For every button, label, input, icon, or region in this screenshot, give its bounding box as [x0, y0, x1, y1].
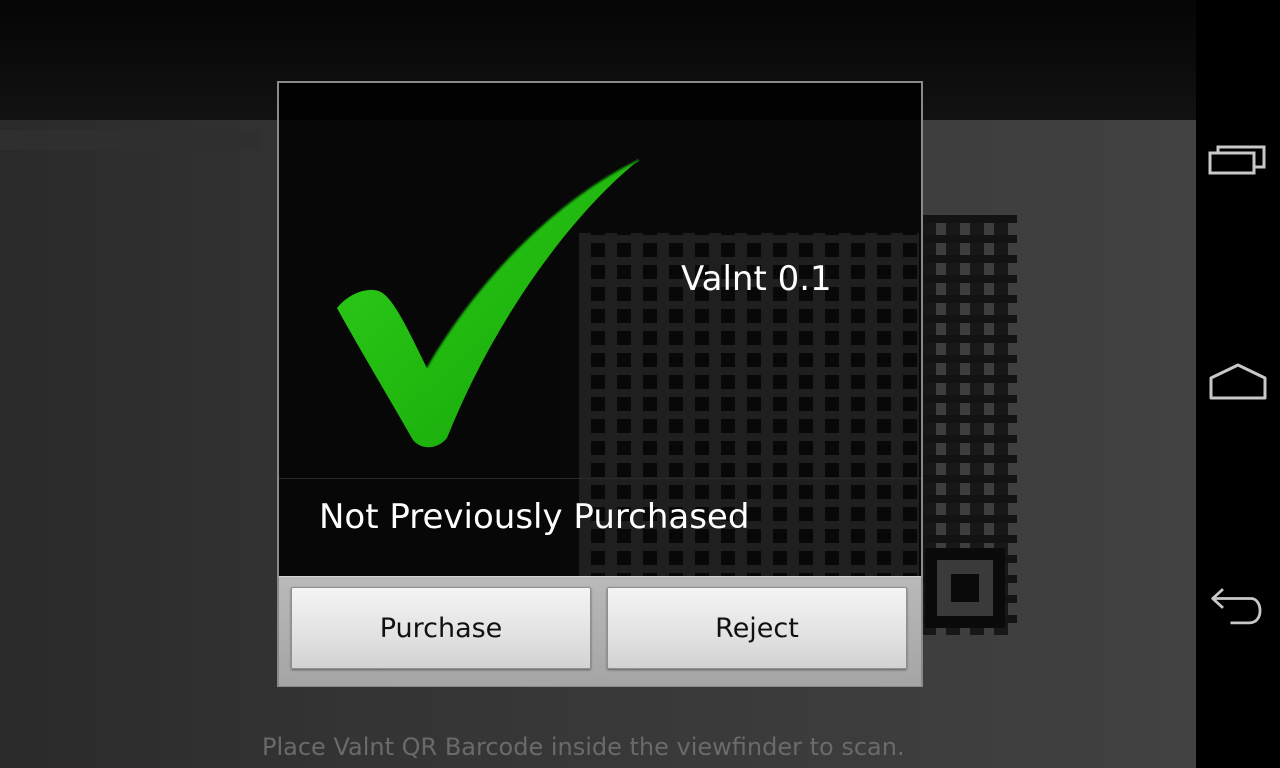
dialog-title: Valnt 0.1 [681, 259, 832, 299]
scan-hint-text: Place Valnt QR Barcode inside the viewfi… [262, 733, 905, 761]
result-dialog: Valnt 0.1 Not Previously Purchased Purch… [277, 81, 923, 687]
recent-apps-icon [1208, 145, 1266, 175]
screen: Place Valnt QR Barcode inside the viewfi… [0, 0, 1280, 768]
paper-edge [0, 130, 260, 150]
recent-apps-button[interactable] [1208, 130, 1268, 190]
reject-button[interactable]: Reject [607, 587, 907, 669]
home-button[interactable] [1208, 352, 1268, 412]
qr-finder-pattern [925, 548, 1005, 628]
dialog-message: Not Previously Purchased [319, 497, 750, 537]
dialog-button-bar: Purchase Reject [279, 576, 921, 686]
purchase-button[interactable]: Purchase [291, 587, 591, 669]
checkmark-icon [337, 158, 640, 448]
navigation-bar [1196, 0, 1280, 768]
back-button[interactable] [1208, 576, 1268, 636]
back-icon [1211, 588, 1262, 625]
dialog-divider [279, 478, 921, 479]
home-icon [1209, 363, 1267, 400]
dialog-header: Valnt 0.1 [279, 83, 921, 653]
